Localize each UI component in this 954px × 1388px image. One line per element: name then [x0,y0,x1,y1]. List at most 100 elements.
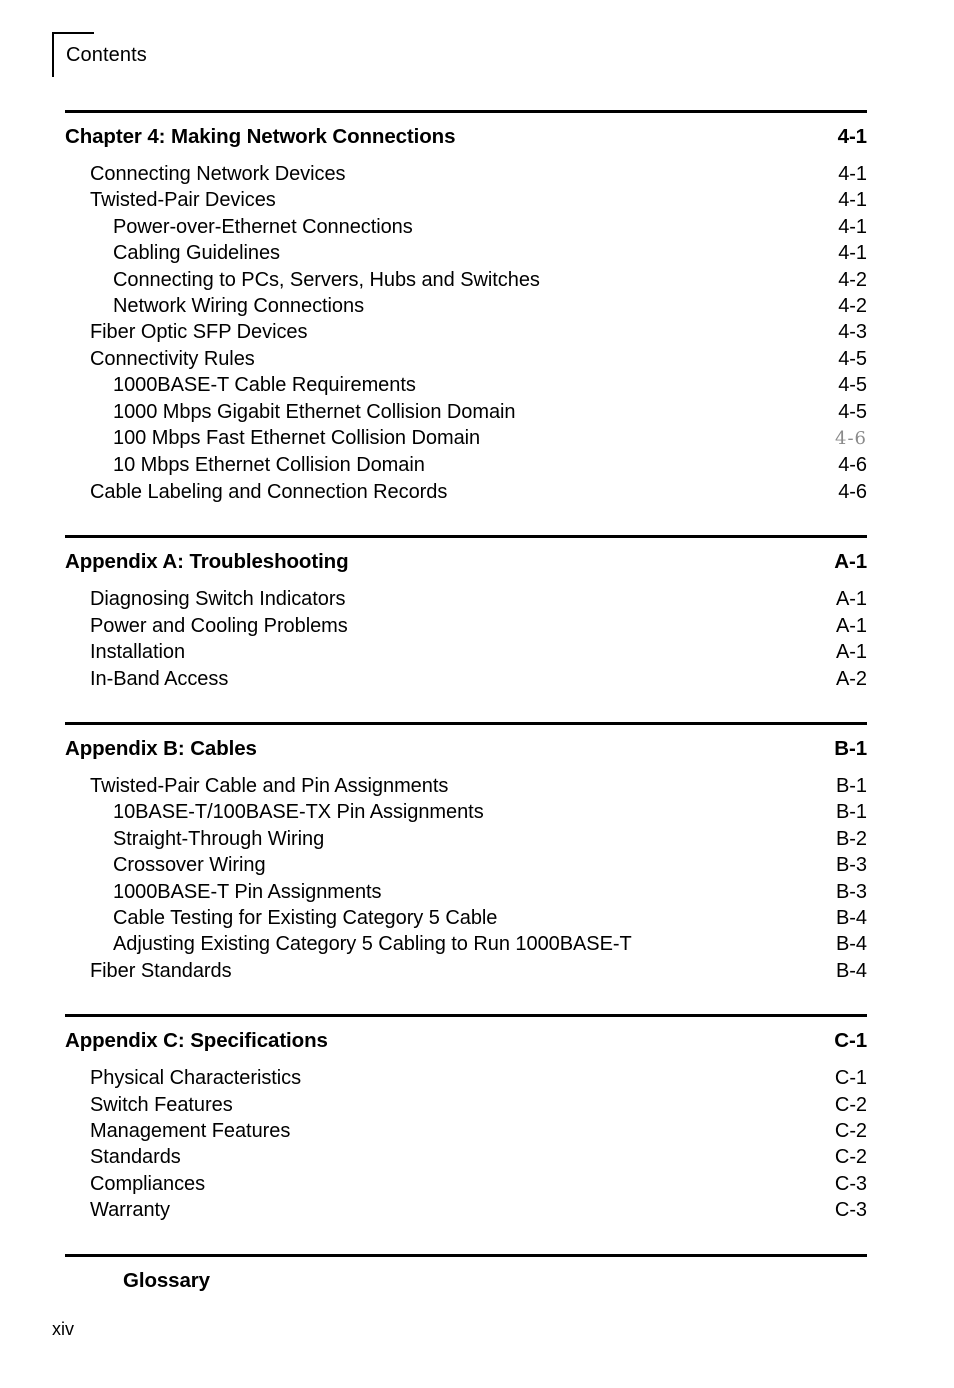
toc-entry-row-label: Connecting to PCs, Servers, Hubs and Swi… [113,268,540,291]
toc-entry-row-label: Connecting Network Devices [90,163,346,185]
running-header: Contents [52,32,452,82]
toc-entry-row-label: 1000BASE-T Pin Assignments [113,880,382,903]
toc-entry-row[interactable]: Warranty C-3 [65,1197,867,1223]
toc-entry-row[interactable]: 10 Mbps Ethernet Collision Domain 4-6 [65,452,867,478]
toc-entry-row-page-number: A-1 [836,614,867,637]
toc-entry-row-page-number: B-2 [836,827,867,850]
toc-entry-row[interactable]: Straight-Through Wiring B-2 [65,826,867,852]
toc-entry-row-label: 1000BASE-T Cable Requirements [113,374,416,397]
toc-entry-row[interactable]: Twisted-Pair Devices 4-1 [65,187,867,213]
toc-entry-row[interactable]: Network Wiring Connections 4-2 [65,293,867,319]
toc-entry-row[interactable]: Compliances C-3 [65,1171,867,1197]
toc-section: Chapter 4: Making Network Connections 4-1… [65,110,867,505]
toc-entry-row-page-number: 4-5 [838,347,867,370]
toc-entry-row[interactable]: 1000BASE-T Pin Assignments B-3 [65,879,867,905]
toc-entry-row-page-number: B-4 [836,959,867,982]
toc-entry-row[interactable]: 1000 Mbps Gigabit Ethernet Collision Dom… [65,399,867,425]
toc-entry-row-label: Cable Testing for Existing Category 5 Ca… [113,906,498,929]
toc-entry-row-label: 10BASE-T/100BASE-TX Pin Assignments [113,801,484,824]
toc-entry-row[interactable]: Power and Cooling Problems A-1 [65,613,867,639]
toc-entry-row-page-number: B-4 [836,906,867,929]
toc-heading-row-label: Appendix C: Specifications [65,1029,328,1053]
toc-entry-row-label: Power and Cooling Problems [90,614,348,637]
toc-entry-row[interactable]: Fiber Optic SFP Devices 4-3 [65,319,867,345]
toc-entry-row[interactable]: Power-over-Ethernet Connections 4-1 [65,214,867,240]
toc-entry-row-page-number: 4-1 [838,215,867,238]
toc-heading-row-page-number: 4-1 [837,125,867,148]
toc-entry-row-page-number: B-4 [836,933,867,956]
toc-entry-row-page-number: 4-6 [835,428,867,450]
toc-entry-row[interactable]: Crossover Wiring B-3 [65,852,867,878]
section-divider-rule [65,110,867,113]
toc-heading-row[interactable]: Appendix B: Cables B-1 [65,735,867,763]
toc-entry-row-label: Installation [90,641,186,664]
section-divider-rule [65,721,867,725]
toc-heading-row[interactable]: Appendix C: Specifications C-1 [65,1027,867,1055]
toc-entry-row-page-number: B-3 [836,880,867,903]
toc-entry-row-label: In-Band Access [90,667,229,690]
toc-entry-row[interactable]: Standards C-2 [65,1144,867,1170]
toc-section: Appendix C: Specifications C-1 Physical Ch… [65,1014,867,1223]
toc-entry-row-page-number: 4-6 [838,480,867,503]
toc-heading-row-label: Chapter 4: Making Network Connections [65,125,456,148]
toc-entry-row-page-number: 4-2 [838,268,867,291]
toc-entry-row[interactable]: Twisted-Pair Cable and Pin Assignments B-… [65,773,867,799]
toc-entry-row[interactable]: Installation A-1 [65,639,867,665]
toc-entry-row-page-number: 4-1 [838,242,867,265]
toc-entry-row[interactable]: Physical Characteristics C-1 [65,1065,867,1091]
toc-entry-row[interactable]: In-Band Access A-2 [65,666,867,692]
toc-heading-row[interactable]: Chapter 4: Making Network Connections 4-1 [65,123,867,151]
toc-entry-row-page-number: A-1 [836,641,867,664]
toc-entry-row-label: Straight-Through Wiring [113,827,325,850]
toc-entry-row-label: Physical Characteristics [90,1067,302,1090]
toc-entry-row-label: Management Features [90,1119,291,1142]
toc-entry-row[interactable]: Cabling Guidelines 4-1 [65,240,867,266]
toc-section: Appendix B: Cables B-1 Twisted-Pair Cable … [65,721,867,984]
toc-entry-row[interactable]: Connecting Network Devices 4-1 [65,161,867,187]
section-divider-rule [65,1253,867,1257]
toc-entry-row[interactable]: Adjusting Existing Category 5 Cabling to… [65,931,867,957]
toc-entry-row[interactable]: Diagnosing Switch Indicators A-1 [65,586,867,612]
toc-entry-row-page-number: A-2 [836,667,867,690]
toc-entry-row[interactable]: 10BASE-T/100BASE-TX Pin Assignments B-1 [65,799,867,825]
section-divider-rule [65,535,867,539]
toc-entry-row-label: Fiber Optic SFP Devices [90,321,308,344]
toc-entry-row-page-number: 4-2 [838,295,867,318]
toc-entry-row[interactable]: Fiber Standards B-4 [65,958,867,984]
toc-heading-row-label: Appendix A: Troubleshooting [65,550,349,574]
header-bracket-horizontal-rule [52,32,94,34]
toc-entry-row[interactable]: Cable Testing for Existing Category 5 Ca… [65,905,867,931]
toc-entry-row-label: 1000 Mbps Gigabit Ethernet Collision Dom… [113,400,516,423]
toc-entry-row-page-number: A-1 [836,588,867,611]
toc-page: Contents Chapter 4: Making Network Conne… [0,0,954,1388]
toc-entry-row-label: Cabling Guidelines [113,242,280,265]
toc-section-glossary: Glossary [65,1253,867,1295]
toc-entry-row[interactable]: Management Features C-2 [65,1118,867,1144]
toc-entry-row-page-number: B-1 [836,774,867,797]
toc-entry-row-label: Adjusting Existing Category 5 Cabling to… [113,933,632,956]
toc-entry-row[interactable]: 1000BASE-T Cable Requirements 4-5 [65,372,867,398]
toc-entry-row[interactable]: Connecting to PCs, Servers, Hubs and Swi… [65,267,867,293]
toc-entry-row-label: Switch Features [90,1093,233,1116]
toc-entry-row[interactable]: 100 Mbps Fast Ethernet Collision Domain 4… [65,425,867,452]
toc-entry-row-page-number: C-2 [834,1093,867,1116]
toc-entry-row-page-number: B-1 [836,801,867,824]
toc-entry-row-page-number: 4-5 [838,374,867,397]
page-folio: xiv [52,1319,74,1339]
toc-entry-row-label: Diagnosing Switch Indicators [90,588,346,611]
toc-entry-row-page-number: C-3 [834,1199,867,1222]
toc-heading-row[interactable]: Appendix A: Troubleshooting A-1 [65,548,867,576]
section-divider-rule [65,1014,867,1018]
toc-entry-row[interactable]: Connectivity Rules 4-5 [65,346,867,372]
toc-entry-row-page-number: C-1 [834,1067,867,1090]
toc-entry-row-page-number: 4-1 [838,189,867,212]
toc-entry-row[interactable]: Switch Features C-2 [65,1092,867,1118]
toc-entry-row-label: 100 Mbps Fast Ethernet Collision Domain [113,427,481,450]
toc-heading-row-page-number: A-1 [834,550,867,574]
toc-entry-row-label: Twisted-Pair Cable and Pin Assignments [90,774,449,797]
toc-entry-row[interactable]: Cable Labeling and Connection Records 4-6 [65,479,867,505]
toc-heading-row-page-number: B-1 [834,736,867,760]
toc-entry-row-page-number: 4-6 [838,454,867,477]
toc-glossary-row[interactable]: Glossary [65,1267,867,1295]
toc-entry-row-page-number: 4-5 [838,400,867,423]
